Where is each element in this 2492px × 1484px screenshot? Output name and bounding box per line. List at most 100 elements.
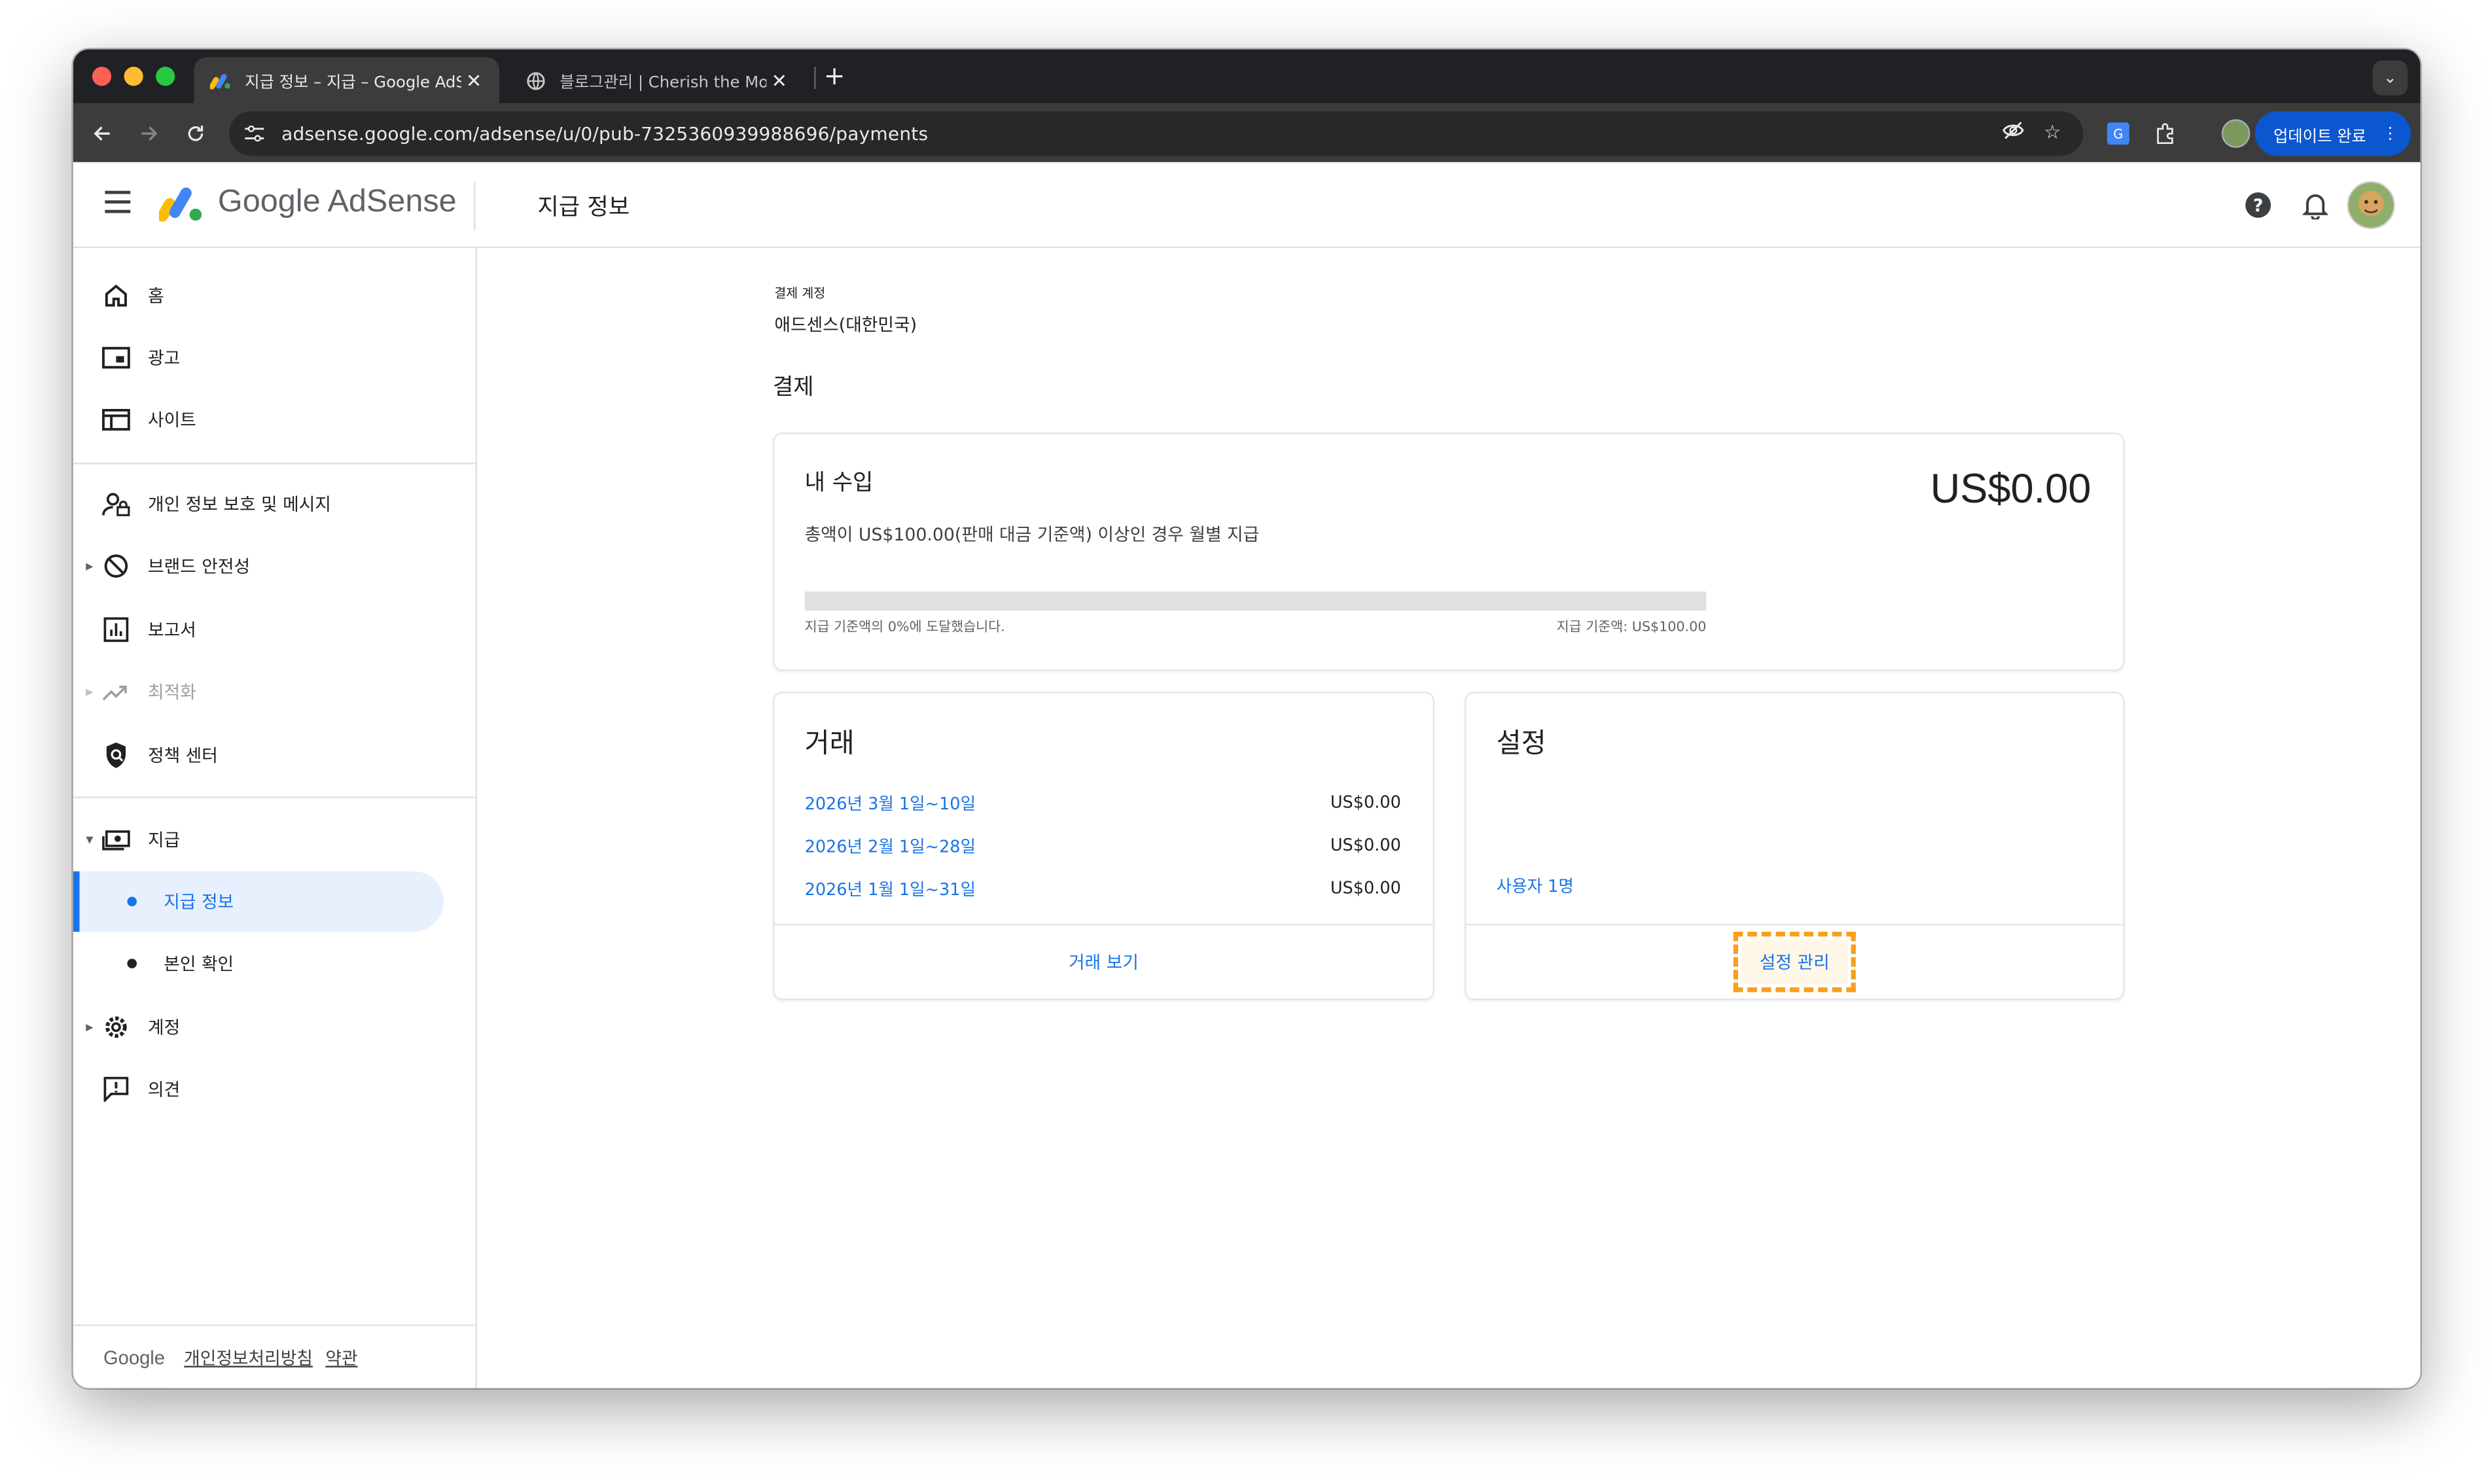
sidebar-item-policy-center[interactable]: 정책 센터	[73, 725, 476, 785]
forward-button[interactable]	[134, 118, 166, 150]
earnings-title: 내 수입	[804, 470, 874, 497]
sidebar-item-label: 의견	[147, 1079, 181, 1101]
translate-icon[interactable]: G	[2102, 118, 2134, 150]
billing-account-name: 애드센스(대한민국)	[774, 315, 917, 336]
transaction-row: 2026년 2월 1일~28일 US$0.00	[805, 830, 1401, 862]
transaction-period-link[interactable]: 2026년 3월 1일~10일	[805, 791, 976, 815]
sidebar-item-label: 정책 센터	[147, 745, 218, 767]
settings-icon	[102, 1013, 131, 1042]
back-button[interactable]	[86, 118, 118, 150]
maximize-window-button[interactable]	[156, 67, 175, 86]
section-title: 결제	[772, 375, 814, 401]
address-bar[interactable]: adsense.google.com/adsense/u/0/pub-73253…	[228, 111, 2084, 156]
screen: 지급 정보 – 지급 – Google AdSense ✕ 블로그관리 | Ch…	[0, 0, 2492, 1483]
caret-right-icon: ▶	[86, 1021, 94, 1033]
arrow-right-icon	[141, 126, 158, 141]
sidebar-item-feedback[interactable]: 의견	[73, 1059, 476, 1119]
sidebar-footer: Google 개인정보처리방침 약관	[73, 1324, 476, 1388]
tab-blog[interactable]: 블로그관리 | Cherish the Moment ✕	[509, 57, 805, 103]
extensions-icon[interactable]	[2150, 118, 2182, 150]
settings-title: 설정	[1496, 728, 1546, 760]
users-link[interactable]: 사용자 1명	[1497, 875, 1574, 898]
sidebar: 홈 광고 사이트 개인 정보 보호 및 메시지 ▶ 브랜드 안전성 보고서 ▶ …	[73, 248, 477, 1388]
sidebar-item-label: 지급	[147, 830, 181, 851]
terms-link[interactable]: 약관	[325, 1345, 357, 1371]
account-avatar[interactable]	[2347, 181, 2395, 229]
svg-text:?: ?	[2253, 196, 2264, 216]
app-header: Google AdSense 지급 정보 ?	[73, 162, 2421, 249]
reload-button[interactable]	[180, 118, 212, 150]
browser-window: 지급 정보 – 지급 – Google AdSense ✕ 블로그관리 | Ch…	[73, 49, 2421, 1388]
policy-icon	[102, 741, 131, 769]
sidebar-item-sites[interactable]: 사이트	[73, 389, 476, 450]
settings-card-footer: 설정 관리	[1466, 923, 2124, 998]
sidebar-item-account[interactable]: ▶ 계정	[73, 997, 476, 1057]
transaction-amount: US$0.00	[1330, 793, 1401, 813]
transaction-period-link[interactable]: 2026년 2월 1일~28일	[805, 834, 976, 858]
transactions-title: 거래	[804, 728, 855, 760]
sidebar-subitem-label: 지급 정보	[164, 892, 234, 913]
update-button[interactable]: 업데이트 완료 ⋮	[2254, 111, 2411, 156]
sidebar-item-label: 개인 정보 보호 및 메시지	[147, 494, 331, 516]
globe-icon	[525, 69, 547, 92]
payments-icon	[102, 825, 131, 854]
threshold-progress-bar	[804, 591, 1707, 611]
tab-search-button[interactable]: ⌄	[2372, 60, 2408, 96]
tab-title: 지급 정보 – 지급 – Google AdSense	[245, 75, 461, 92]
bookmark-star-icon[interactable]: ☆	[2044, 121, 2061, 145]
sidebar-item-label: 최적화	[147, 682, 196, 703]
url-text[interactable]: adsense.google.com/adsense/u/0/pub-73253…	[281, 122, 928, 145]
earnings-description: 총액이 US$100.00(판매 대금 기준액) 이상인 경우 월별 지급	[804, 524, 1260, 546]
close-tab-icon[interactable]: ✕	[461, 69, 487, 92]
menu-icon[interactable]	[105, 190, 131, 213]
reports-icon	[102, 615, 131, 644]
help-icon[interactable]: ?	[2242, 189, 2274, 221]
privacy-policy-link[interactable]: 개인정보처리방침	[184, 1345, 313, 1371]
home-icon	[102, 281, 131, 310]
site-settings-icon[interactable]	[241, 121, 267, 147]
tab-strip: 지급 정보 – 지급 – Google AdSense ✕ 블로그관리 | Ch…	[73, 49, 2421, 103]
sidebar-item-privacy[interactable]: 개인 정보 보호 및 메시지	[73, 474, 476, 534]
manage-settings-button[interactable]: 설정 관리	[1732, 931, 1857, 993]
sidebar-item-label: 광고	[147, 348, 181, 369]
profile-avatar-icon[interactable]	[2220, 118, 2252, 150]
notifications-bell-icon[interactable]	[2300, 189, 2332, 221]
tab-adsense[interactable]: 지급 정보 – 지급 – Google AdSense ✕	[194, 57, 500, 103]
google-brand: Google	[103, 1347, 165, 1369]
close-tab-icon[interactable]: ✕	[766, 69, 792, 92]
chevron-down-icon: ⌄	[2383, 69, 2397, 87]
transaction-amount: US$0.00	[1330, 879, 1401, 898]
transactions-card-footer: 거래 보기	[774, 923, 1433, 998]
sidebar-item-home[interactable]: 홈	[73, 266, 476, 326]
sidebar-item-label: 브랜드 안전성	[147, 556, 251, 578]
earnings-amount: US$0.00	[1930, 464, 2092, 512]
window-controls	[92, 67, 175, 86]
progress-threshold-text: 지급 기준액: US$100.00	[1556, 620, 1707, 636]
ads-icon	[102, 344, 131, 372]
sidebar-item-ads[interactable]: 광고	[73, 328, 476, 388]
sidebar-item-label: 홈	[147, 286, 164, 307]
caret-down-icon: ▼	[86, 834, 94, 845]
billing-account-label: 결제 계정	[774, 286, 826, 301]
update-label: 업데이트 완료	[2273, 128, 2366, 146]
sidebar-item-payments[interactable]: ▼ 지급	[73, 809, 476, 870]
sidebar-item-reports[interactable]: 보고서	[73, 599, 476, 660]
view-transactions-button[interactable]: 거래 보기	[1050, 940, 1158, 984]
adsense-logo-icon	[159, 187, 202, 222]
sidebar-subitem-verification[interactable]: 본인 확인	[73, 933, 444, 993]
transaction-period-link[interactable]: 2026년 1월 1일~31일	[805, 877, 976, 900]
transaction-row: 2026년 3월 1일~10일 US$0.00	[805, 787, 1401, 819]
transaction-row: 2026년 1월 1일~31일 US$0.00	[805, 873, 1401, 905]
sidebar-subitem-payment-info[interactable]: 지급 정보	[73, 871, 444, 932]
eye-off-icon[interactable]	[2002, 121, 2025, 145]
close-window-button[interactable]	[92, 67, 112, 86]
sidebar-divider	[73, 796, 476, 798]
reload-icon	[188, 125, 204, 141]
earnings-card: 내 수입 총액이 US$100.00(판매 대금 기준액) 이상인 경우 월별 …	[772, 432, 2125, 671]
sidebar-item-optimization[interactable]: ▶ 최적화	[73, 662, 476, 722]
minimize-window-button[interactable]	[124, 67, 143, 86]
new-tab-button[interactable]: +	[824, 60, 846, 90]
sidebar-item-brand-safety[interactable]: ▶ 브랜드 안전성	[73, 536, 476, 596]
progress-status-text: 지급 기준액의 0%에 도달했습니다.	[804, 620, 1005, 636]
trending-icon	[102, 677, 131, 706]
